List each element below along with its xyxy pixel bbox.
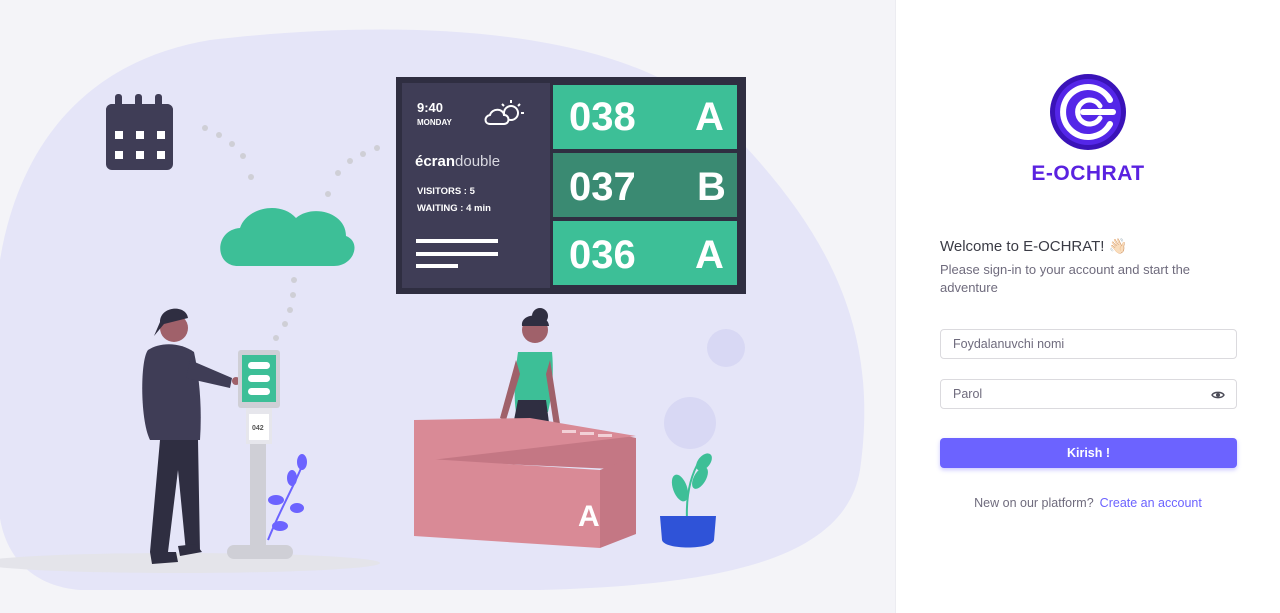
display-time: 9:40 <box>417 100 443 115</box>
username-input[interactable] <box>941 330 1203 358</box>
ticket-counter: A <box>695 233 724 277</box>
ticket-number: 038 <box>569 95 636 139</box>
ticket-counter: B <box>697 165 726 209</box>
sign-in-button[interactable]: Kirish ! <box>940 438 1237 468</box>
decor-circle <box>664 397 716 449</box>
kiosk-ticket: 042 <box>252 425 264 432</box>
display-brand-light: double <box>455 153 500 170</box>
welcome-subtitle: Please sign-in to your account and start… <box>940 262 1191 295</box>
brand-logo <box>1050 74 1126 150</box>
login-panel: E-OCHRAT Welcome to E-OCHRAT! 👋🏻 Please … <box>896 0 1280 613</box>
password-field-wrapper <box>940 379 1237 409</box>
ticket-counter: A <box>695 95 724 139</box>
username-field-wrapper <box>940 329 1237 359</box>
reception-desk <box>414 418 636 548</box>
display-day: MONDAY <box>417 118 452 127</box>
display-waiting: WAITING : 4 min <box>417 203 491 214</box>
decor-circle <box>707 329 745 367</box>
display-brand-bold: écran <box>415 153 455 170</box>
desk-label: A <box>578 500 600 533</box>
ticket-number: 037 <box>569 165 636 209</box>
password-input[interactable] <box>941 380 1203 408</box>
signup-prompt: New on our platform? <box>974 496 1094 510</box>
welcome-heading: Welcome to E-OCHRAT! 👋🏻 <box>940 238 1128 255</box>
hero-illustration: 9:40 MONDAY écrandouble VISITORS : 5 WAI… <box>0 0 896 613</box>
display-visitors: VISITORS : 5 <box>417 186 476 197</box>
eye-icon[interactable] <box>1211 388 1225 402</box>
calendar-icon <box>106 94 173 170</box>
ticket-number: 036 <box>569 233 636 277</box>
signup-row: New on our platform? Create an account <box>896 496 1280 510</box>
create-account-link[interactable]: Create an account <box>1100 496 1202 510</box>
display-brand: écrandouble <box>415 153 500 170</box>
brand-name: E-OCHRAT <box>1031 162 1145 185</box>
